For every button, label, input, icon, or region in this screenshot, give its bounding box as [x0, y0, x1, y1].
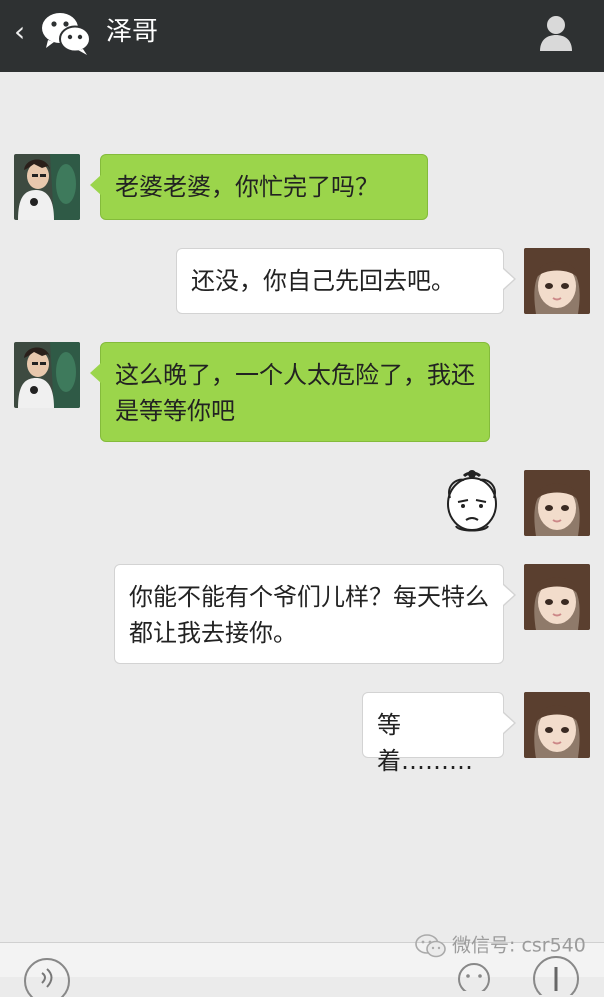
user-avatar[interactable] — [524, 248, 590, 314]
watermark: 微信号: csr540 — [414, 930, 586, 962]
user-avatar[interactable] — [524, 692, 590, 758]
chat-header: ‹ 泽哥 — [0, 0, 604, 72]
contact-avatar[interactable] — [14, 154, 80, 220]
back-button[interactable]: ‹ — [14, 16, 25, 48]
wechat-watermark-icon — [415, 933, 446, 957]
message-bubble-sent[interactable]: 你能不能有个爷们儿样？每天特么都让我去接你。 — [114, 564, 516, 664]
bald-man-face-sticker[interactable] — [442, 468, 502, 536]
profile-icon[interactable] — [536, 13, 576, 53]
message-bubble-sent[interactable]: 还没，你自己先回去吧。 — [176, 248, 516, 314]
wechat-logo-icon — [42, 13, 91, 55]
contact-avatar[interactable] — [14, 342, 80, 408]
watermark-text: 微信号: csr540 — [452, 934, 586, 957]
message-bubble-received[interactable]: 老婆老婆，你忙完了吗？ — [90, 154, 428, 220]
voice-input-icon[interactable] — [22, 957, 72, 997]
chat-title: 泽哥 — [106, 17, 159, 47]
message-bubble-sent[interactable]: 等着……… — [362, 692, 516, 775]
emoji-icon[interactable] — [456, 961, 492, 991]
user-avatar[interactable] — [524, 470, 590, 536]
message-bubble-received[interactable]: 这么晚了，一个人太危险了，我还是等等你吧 — [90, 342, 490, 442]
user-avatar[interactable] — [524, 564, 590, 630]
